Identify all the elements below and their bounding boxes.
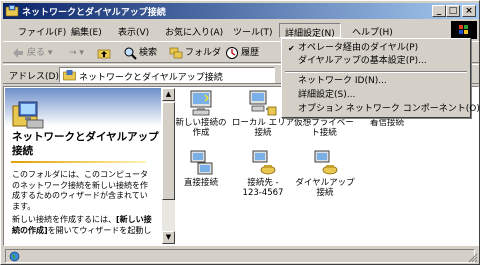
folders-label: フォルダ (185, 48, 222, 58)
file-label: 接続先 - 123-4567 (242, 178, 284, 198)
network-folder-icon (5, 4, 19, 17)
menu-dialup-preferences[interactable]: ダイヤルアップの基本設定(P)... (284, 55, 468, 68)
minimize-button[interactable]: _ (432, 5, 446, 17)
folders-icon (169, 47, 183, 58)
menu-operator-assisted-dialing[interactable]: ✔ オペレータ経由のダイヤル(P) (284, 42, 468, 55)
direct-connection-icon (190, 150, 213, 175)
dialup-connection-icon (314, 150, 338, 175)
file-direct-connection[interactable]: 直接接続 (168, 149, 234, 188)
check-icon: ✔ (288, 44, 295, 53)
file-dialup-connection[interactable]: ダイヤルアップ 接続 (292, 149, 358, 198)
explorer-window: ネットワークとダイヤルアップ接続 _ □ × ファイル(F) 編集(E) 表示(… (0, 0, 480, 265)
menu-advanced-settings[interactable]: 詳細設定(S)... (284, 89, 468, 102)
network-folder-icon (63, 70, 76, 81)
menu-network-id[interactable]: ネットワーク ID(N)... (284, 75, 468, 88)
windows-flag-icon (459, 25, 468, 34)
address-label: アドレス(D) (9, 72, 59, 82)
menu-optional-network-components[interactable]: オプション ネットワーク コンポーネント(O)... (284, 103, 480, 116)
scroll-down-button[interactable]: ▼ (162, 231, 175, 244)
window-title: ネットワークとダイヤルアップ接続 (22, 8, 166, 18)
menu-file[interactable]: ファイル(F) (13, 23, 71, 38)
close-button[interactable]: × (462, 5, 476, 17)
windows-logo-throbber (451, 21, 477, 39)
resize-grip-icon[interactable] (466, 251, 478, 263)
globe-icon (9, 251, 20, 262)
instructions-prefix: 新しい接続を作成するには、 (12, 215, 116, 224)
file-label: 直接接続 (183, 178, 218, 188)
panel-divider (11, 161, 146, 163)
file-label: 着信接続 (369, 118, 404, 128)
local-area-connection-icon (249, 90, 277, 116)
panel-instructions: 新しい接続を作成するには、[新しい接続の作成]を開いてウィザードを起動し (12, 215, 152, 236)
advanced-menu-dropdown: ✔ オペレータ経由のダイヤル(P) ダイヤルアップの基本設定(P)... ネットワ… (281, 38, 480, 118)
menu-item-label: オプション ネットワーク コンポーネント(O)... (298, 104, 480, 114)
back-button[interactable]: 戻る ▾ (11, 45, 52, 61)
file-label: 新しい接続の 作成 (175, 118, 227, 138)
menu-tools[interactable]: ツール(T) (228, 23, 278, 38)
up-folder-icon (97, 49, 111, 58)
menu-separator (285, 71, 467, 73)
address-value: ネットワークとダイヤルアップ接続 (79, 73, 223, 83)
status-panel (5, 249, 475, 263)
menu-advanced[interactable]: 詳細設定(N) (279, 23, 341, 39)
menu-item-label: オペレータ経由のダイヤル(P) (298, 43, 419, 53)
file-label: ローカル エリア 接続 (231, 118, 295, 138)
folders-button[interactable]: フォルダ (169, 45, 221, 61)
menu-bar: ファイル(F) 編集(E) 表示(V) お気に入り(A) ツール(T) 詳細設定… (3, 21, 479, 39)
instructions-suffix: を開いてウィザードを起動し (47, 225, 152, 235)
history-button[interactable]: 履歴 (225, 45, 259, 61)
status-bar (3, 248, 479, 264)
menu-view[interactable]: 表示(V) (113, 23, 154, 38)
menu-item-label: ダイヤルアップの基本設定(P)... (298, 56, 427, 66)
menu-favorites[interactable]: お気に入り(A) (160, 23, 228, 38)
forward-button[interactable]: → ▾ (69, 45, 84, 61)
new-connection-icon (190, 90, 212, 116)
history-icon (226, 46, 238, 59)
file-dialup-123-4567[interactable]: 接続先 - 123-4567 (230, 149, 296, 198)
menu-item-label: ネットワーク ID(N)... (298, 76, 387, 86)
back-label: 戻る (27, 48, 46, 58)
maximize-button[interactable]: □ (446, 5, 460, 17)
search-button[interactable]: 検索 (123, 45, 157, 61)
menu-item-label: 詳細設定(S)... (298, 90, 356, 100)
history-label: 履歴 (241, 48, 260, 58)
menu-edit[interactable]: 編集(E) (66, 23, 107, 38)
forward-arrow-icon: → (69, 48, 77, 58)
file-new-connection[interactable]: 新しい接続の 作成 (168, 89, 234, 138)
dialup-connection-icon (252, 150, 276, 175)
panel-title: ネットワークとダイヤルアップ接続 (12, 131, 159, 157)
file-label: ダイヤルアップ 接続 (295, 178, 355, 198)
search-icon (124, 47, 137, 60)
menu-help[interactable]: ヘルプ(H) (347, 23, 398, 38)
web-view-panel: ネットワークとダイヤルアップ接続 このフォルダには、このコンピュータのネットワー… (5, 88, 161, 244)
title-bar[interactable]: ネットワークとダイヤルアップ接続 _ □ × (3, 3, 479, 19)
panel-description: このフォルダには、このコンピュータのネットワーク接続を新しい接続を作成するための… (12, 170, 148, 211)
back-arrow-icon (13, 47, 23, 58)
search-label: 検索 (139, 48, 158, 58)
address-field[interactable]: ネットワークとダイヤルアップ接続 (59, 67, 275, 83)
file-label: 仮想プライベー ト接続 (294, 118, 354, 138)
up-folder-button[interactable] (97, 45, 113, 61)
network-connections-icon (12, 101, 44, 129)
